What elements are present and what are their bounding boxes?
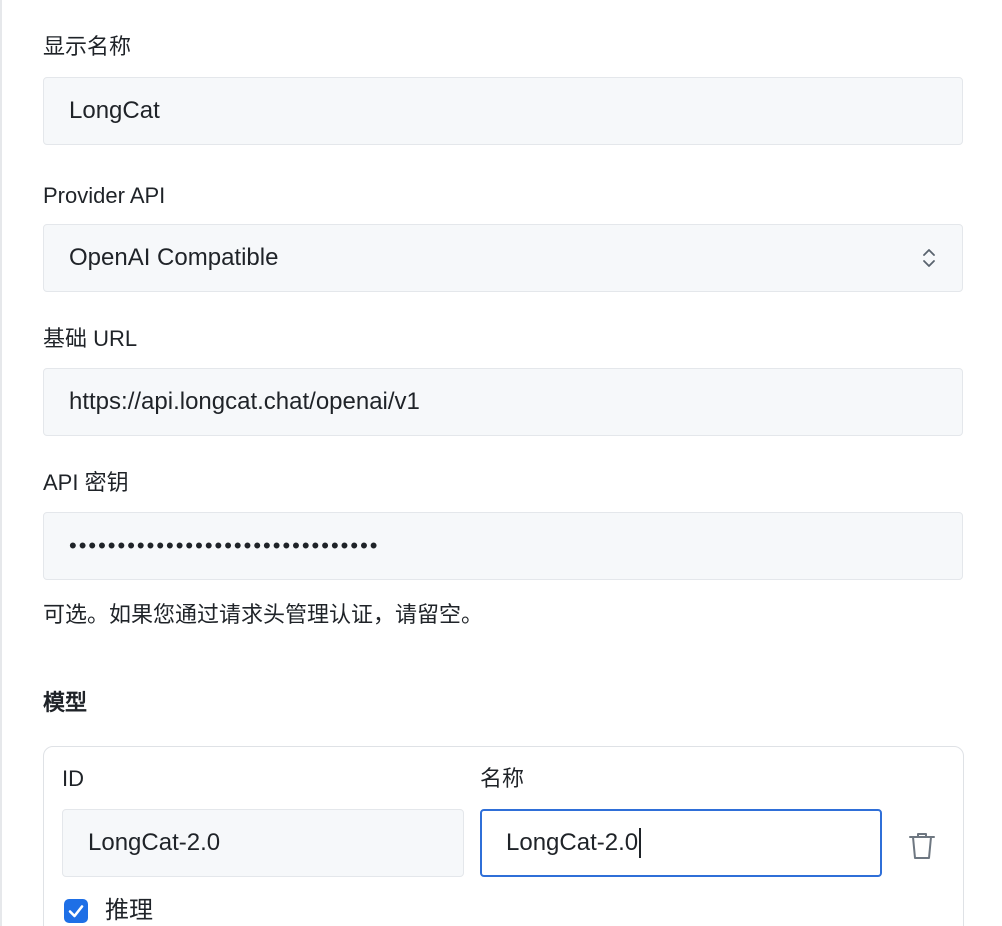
display-name-value: LongCat	[69, 97, 160, 124]
display-name-input[interactable]: LongCat	[43, 77, 963, 145]
api-key-input[interactable]: ••••••••••••••••••••••••••••••••	[43, 512, 963, 580]
model-name-label: 名称	[480, 766, 525, 791]
reasoning-checkbox[interactable]	[64, 899, 88, 923]
base-url-label: 基础 URL	[43, 326, 138, 351]
base-url-value: https://api.longcat.chat/openai/v1	[69, 388, 420, 415]
provider-api-value: OpenAI Compatible	[69, 244, 279, 271]
chevron-up-down-icon	[923, 249, 935, 267]
text-caret	[639, 828, 641, 858]
model-name-value: LongCat-2.0	[506, 829, 639, 856]
display-name-label: 显示名称	[43, 34, 132, 59]
model-card: ID 名称 LongCat-2.0 LongCat-2.0 推理	[43, 746, 964, 926]
model-name-input[interactable]: LongCat-2.0	[480, 809, 882, 877]
api-key-hint: 可选。如果您通过请求头管理认证，请留空。	[43, 602, 484, 627]
api-key-value: ••••••••••••••••••••••••••••••••	[69, 533, 380, 558]
provider-settings-form: 显示名称 LongCat Provider API OpenAI Compati…	[0, 0, 1002, 926]
model-id-input[interactable]: LongCat-2.0	[62, 809, 464, 877]
base-url-input[interactable]: https://api.longcat.chat/openai/v1	[43, 368, 963, 436]
reasoning-label: 推理	[105, 897, 153, 924]
check-icon	[68, 905, 84, 918]
trash-icon[interactable]	[908, 831, 936, 861]
provider-api-select[interactable]: OpenAI Compatible	[43, 224, 963, 292]
provider-api-label: Provider API	[43, 183, 166, 208]
model-id-value: LongCat-2.0	[88, 829, 221, 856]
api-key-label: API 密钥	[43, 470, 129, 495]
models-section-title: 模型	[43, 690, 88, 715]
model-id-label: ID	[62, 766, 84, 791]
